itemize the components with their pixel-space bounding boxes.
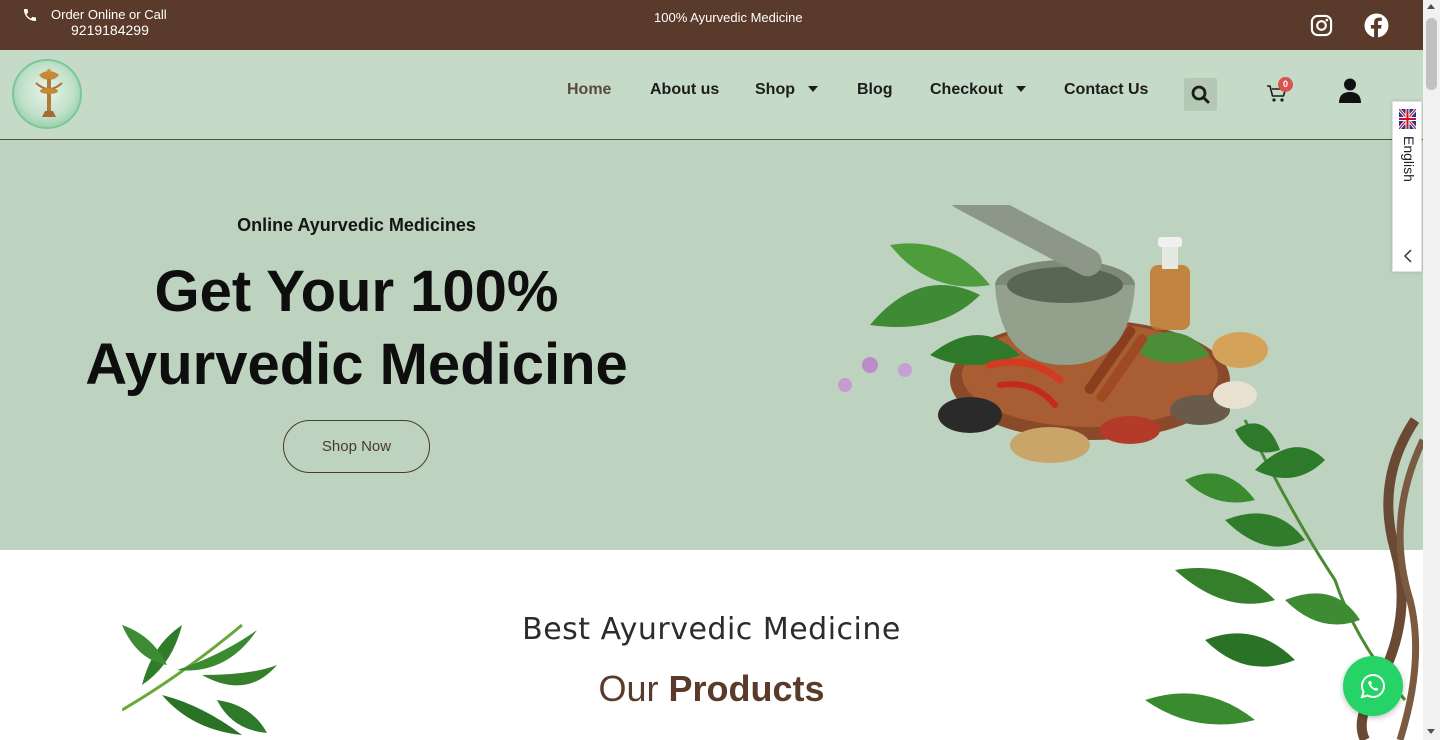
nav-shop-label: Shop — [755, 81, 795, 98]
scroll-up-icon[interactable] — [1427, 4, 1435, 9]
hero-subtitle: Online Ayurvedic Medicines — [237, 215, 476, 235]
order-online-label: Order Online or Call — [51, 7, 167, 22]
nav-contact[interactable]: Contact Us — [1064, 81, 1148, 99]
page-scrollbar[interactable] — [1423, 0, 1440, 740]
whatsapp-icon — [1360, 673, 1385, 699]
main-navbar: Home About us Shop Blog Checkout Contact… — [0, 50, 1423, 140]
hero-title-line2: Ayurvedic Medicine — [85, 332, 628, 397]
language-switcher[interactable]: English — [1392, 101, 1422, 272]
uk-flag-icon — [1399, 109, 1416, 129]
user-icon[interactable] — [1338, 78, 1362, 103]
nav-checkout[interactable]: Checkout — [930, 81, 1026, 99]
hero-title: Get Your 100% Ayurvedic Medicine — [0, 255, 713, 401]
scroll-down-icon[interactable] — [1427, 729, 1435, 734]
language-label: English — [1401, 136, 1417, 182]
cart-count-badge: 0 — [1278, 77, 1293, 92]
search-button[interactable] — [1184, 78, 1217, 111]
search-icon — [1191, 85, 1210, 104]
facebook-icon[interactable] — [1364, 13, 1389, 38]
site-logo[interactable] — [12, 59, 82, 129]
nav-blog[interactable]: Blog — [857, 81, 893, 99]
topbar-tagline: 100% Ayurvedic Medicine — [654, 10, 803, 25]
phone-number[interactable]: 9219184299 — [71, 22, 149, 38]
whatsapp-chat-button[interactable] — [1343, 656, 1403, 716]
nav-home[interactable]: Home — [567, 81, 611, 99]
instagram-icon[interactable] — [1310, 14, 1333, 37]
nav-shop[interactable]: Shop — [755, 81, 818, 99]
nav-checkout-label: Checkout — [930, 81, 1003, 98]
phone-icon — [24, 9, 36, 21]
nav-about[interactable]: About us — [650, 81, 719, 99]
section-subtitle-light: Our — [598, 668, 659, 709]
lamp-logo-icon — [35, 69, 63, 117]
scrollbar-thumb[interactable] — [1426, 18, 1437, 90]
chevron-left-icon[interactable] — [1402, 249, 1414, 263]
top-bar: Order Online or Call 9219184299 100% Ayu… — [0, 0, 1423, 50]
shop-now-button[interactable]: Shop Now — [283, 420, 430, 473]
section-subtitle-bold: Products — [668, 668, 825, 709]
chevron-down-icon — [808, 86, 818, 92]
chevron-down-icon — [1015, 86, 1026, 92]
hero-title-line1: Get Your 100% — [154, 259, 559, 324]
